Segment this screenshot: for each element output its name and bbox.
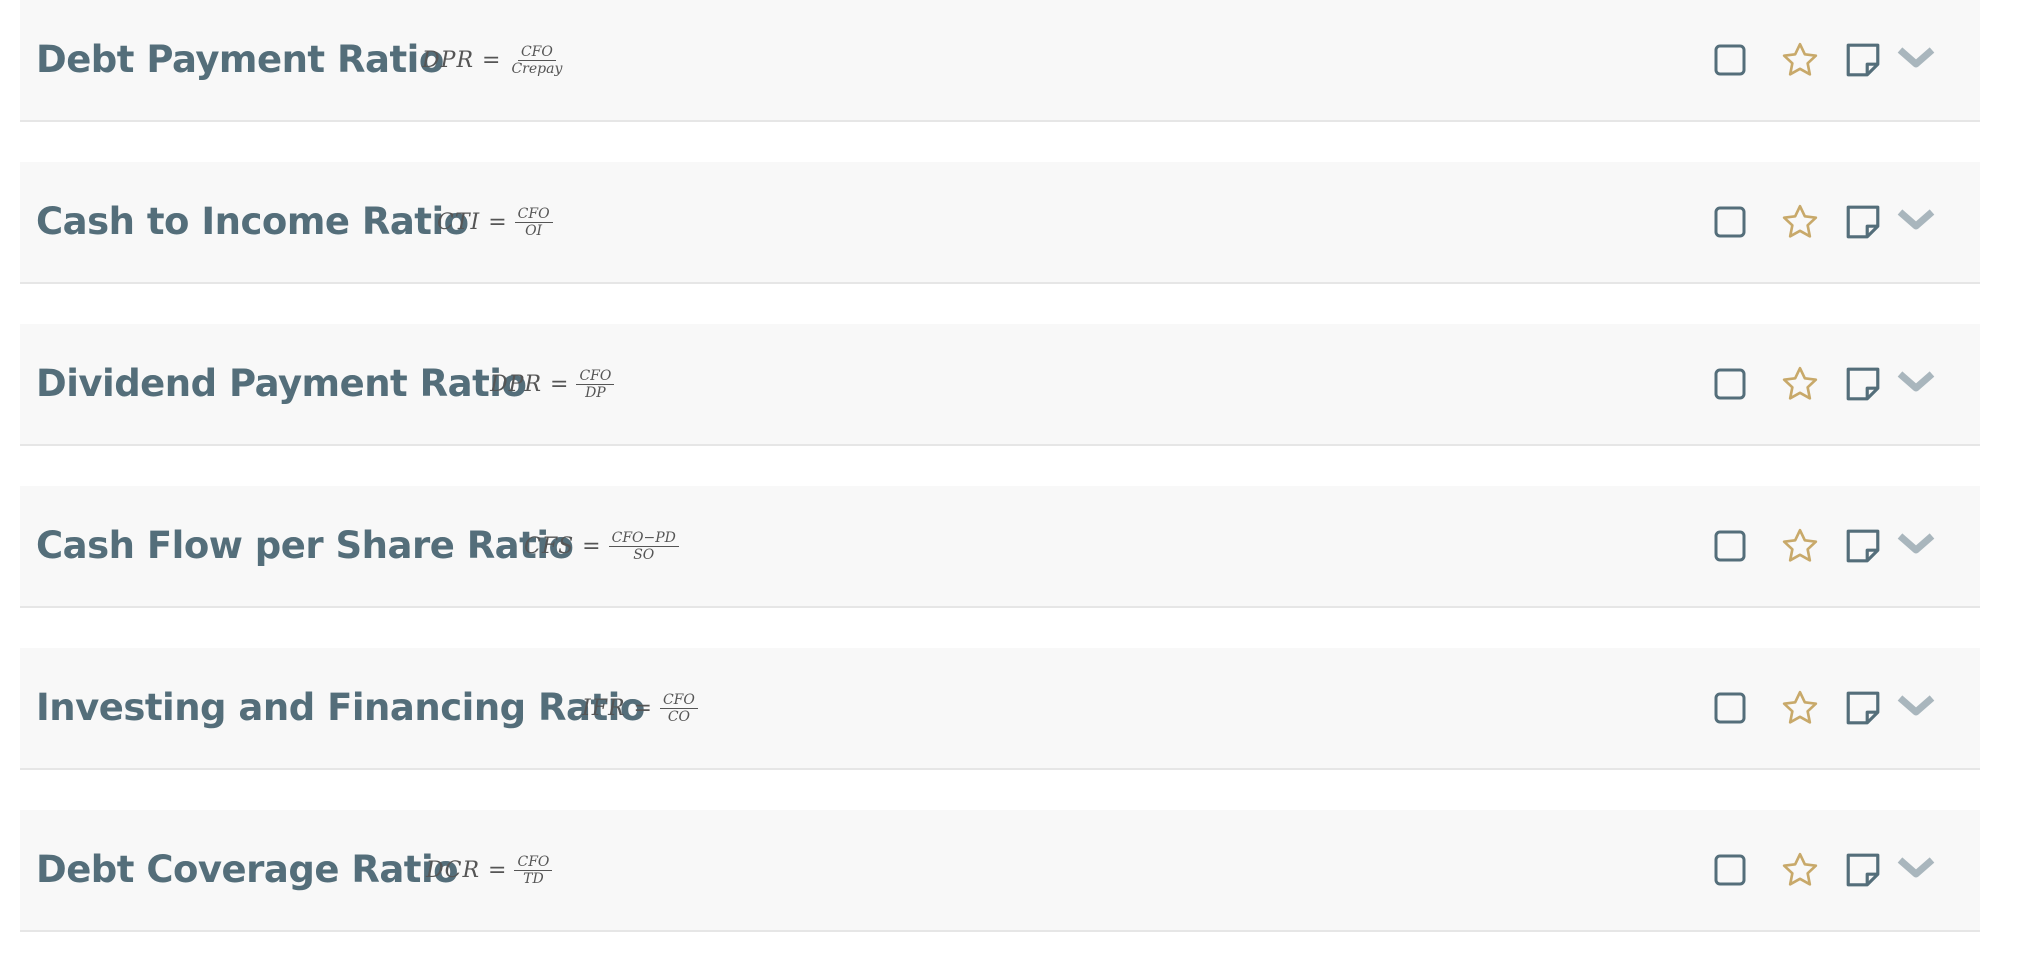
formula-lhs: DPR [490, 371, 543, 397]
star-icon[interactable] [1778, 686, 1822, 730]
formula-numerator: CFO [576, 368, 615, 385]
formula-fraction: CFO CO [659, 692, 698, 725]
formula-lhs: CTI [437, 209, 481, 235]
note-icon[interactable] [1844, 41, 1882, 79]
card-actions [1714, 486, 1936, 606]
formula-fraction: CFO OI [514, 206, 553, 239]
chevron-down-icon[interactable] [1896, 40, 1936, 80]
ratio-formula: CFS = CFO−PD SO [524, 486, 679, 606]
formula-fraction: CFO−PD SO [608, 530, 679, 563]
formula-numerator: CFO [517, 44, 556, 61]
note-icon[interactable] [1844, 689, 1882, 727]
formula-denominator: Crepay [511, 60, 563, 77]
formula-denominator: OI [525, 222, 543, 239]
formula-lhs: DCR [426, 857, 481, 883]
ratio-formula: DCR = CFO TD [426, 810, 553, 930]
formula-equals: = [482, 47, 501, 73]
ratio-formula: DPR = CFO DP [490, 324, 615, 444]
formula-lhs: CFS [524, 533, 575, 559]
formula-numerator: CFO [659, 692, 698, 709]
ratio-title: Debt Payment Ratio [36, 38, 444, 81]
star-icon[interactable] [1778, 848, 1822, 892]
card-actions [1714, 0, 1936, 120]
formula-equals: = [633, 695, 652, 721]
checkbox-icon[interactable] [1714, 854, 1746, 886]
ratio-title: Investing and Financing Ratio [36, 686, 645, 729]
ratio-list: Debt Payment Ratio DPR = CFO Crepay Cash… [0, 0, 2021, 968]
note-icon[interactable] [1844, 851, 1882, 889]
formula-denominator: CO [667, 708, 691, 725]
ratio-formula: IFR = CFO CO [582, 648, 698, 768]
ratio-card[interactable]: Debt Coverage Ratio DCR = CFO TD [20, 810, 1980, 932]
formula-lhs: IFR [582, 695, 626, 721]
star-icon[interactable] [1778, 38, 1822, 82]
ratio-title: Dividend Payment Ratio [36, 362, 527, 405]
star-icon[interactable] [1778, 362, 1822, 406]
checkbox-icon[interactable] [1714, 44, 1746, 76]
ratio-card[interactable]: Cash to Income Ratio CTI = CFO OI [20, 162, 1980, 284]
formula-denominator: TD [523, 870, 544, 887]
chevron-down-icon[interactable] [1896, 526, 1936, 566]
star-icon[interactable] [1778, 200, 1822, 244]
chevron-down-icon[interactable] [1896, 688, 1936, 728]
ratio-card[interactable]: Cash Flow per Share Ratio CFS = CFO−PD S… [20, 486, 1980, 608]
formula-equals: = [488, 857, 507, 883]
formula-fraction: CFO DP [576, 368, 615, 401]
formula-equals: = [582, 533, 601, 559]
chevron-down-icon[interactable] [1896, 364, 1936, 404]
ratio-card[interactable]: Debt Payment Ratio DPR = CFO Crepay [20, 0, 1980, 122]
chevron-down-icon[interactable] [1896, 202, 1936, 242]
note-icon[interactable] [1844, 527, 1882, 565]
note-icon[interactable] [1844, 365, 1882, 403]
ratio-formula: CTI = CFO OI [437, 162, 553, 282]
formula-denominator: DP [585, 384, 606, 401]
ratio-title: Debt Coverage Ratio [36, 848, 459, 891]
formula-equals: = [550, 371, 569, 397]
formula-denominator: SO [633, 546, 655, 563]
formula-numerator: CFO [514, 854, 553, 871]
ratio-title: Cash to Income Ratio [36, 200, 469, 243]
formula-equals: = [488, 209, 507, 235]
checkbox-icon[interactable] [1714, 530, 1746, 562]
star-icon[interactable] [1778, 524, 1822, 568]
formula-numerator: CFO−PD [608, 530, 679, 547]
ratio-title: Cash Flow per Share Ratio [36, 524, 574, 567]
card-actions [1714, 810, 1936, 930]
formula-fraction: CFO Crepay [508, 44, 565, 77]
ratio-card[interactable]: Dividend Payment Ratio DPR = CFO DP [20, 324, 1980, 446]
card-actions [1714, 324, 1936, 444]
chevron-down-icon[interactable] [1896, 850, 1936, 890]
card-actions [1714, 648, 1936, 768]
ratio-formula: DPR = CFO Crepay [422, 0, 565, 120]
checkbox-icon[interactable] [1714, 692, 1746, 724]
formula-numerator: CFO [514, 206, 553, 223]
formula-fraction: CFO TD [514, 854, 553, 887]
ratio-card[interactable]: Investing and Financing Ratio IFR = CFO … [20, 648, 1980, 770]
checkbox-icon[interactable] [1714, 368, 1746, 400]
note-icon[interactable] [1844, 203, 1882, 241]
card-actions [1714, 162, 1936, 282]
formula-lhs: DPR [422, 47, 475, 73]
checkbox-icon[interactable] [1714, 206, 1746, 238]
